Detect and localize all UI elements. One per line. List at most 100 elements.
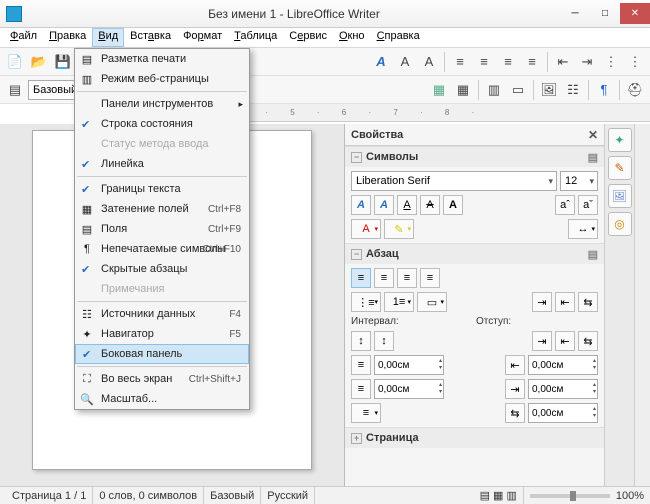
strike-button[interactable]: A bbox=[420, 195, 440, 215]
a3-icon[interactable]: A bbox=[418, 51, 440, 73]
new-icon[interactable]: 📄 bbox=[4, 51, 26, 73]
close-button[interactable]: ✕ bbox=[620, 3, 650, 24]
indent-dec-button[interactable]: ⇤ bbox=[555, 292, 575, 312]
bold-button[interactable]: A bbox=[351, 195, 371, 215]
menu-edit[interactable]: Правка bbox=[43, 28, 92, 47]
align-right-icon[interactable]: ≡ bbox=[497, 51, 519, 73]
highlight-icon[interactable]: A bbox=[394, 51, 416, 73]
ind-dec-icon[interactable]: ⇤ bbox=[555, 331, 575, 351]
tb-ds-icon[interactable]: ☷ bbox=[562, 79, 584, 101]
dm-navigator[interactable]: ✦НавигаторF5 bbox=[75, 324, 249, 344]
tab-properties-icon[interactable]: ✦ bbox=[608, 128, 632, 152]
status-viewmode-icon[interactable]: ▤ ▦ ▥ bbox=[474, 487, 524, 504]
dm-field-shading[interactable]: ▦Затенение полейCtrl+F8 bbox=[75, 199, 249, 219]
italic-button[interactable]: A bbox=[374, 195, 394, 215]
font-name-combo[interactable]: Liberation Serif bbox=[351, 171, 557, 191]
ind-first-icon[interactable]: ⇆ bbox=[578, 331, 598, 351]
font-color-icon[interactable]: A bbox=[370, 51, 392, 73]
indent-inc-icon[interactable]: ⇥ bbox=[576, 51, 598, 73]
above-space-spin[interactable]: 0,00см bbox=[374, 355, 444, 375]
section-symbols-head[interactable]: −Символы ▤ bbox=[345, 147, 604, 167]
tab-navigator-icon[interactable]: ◎ bbox=[608, 212, 632, 236]
indent-inc-button[interactable]: ⇥ bbox=[532, 292, 552, 312]
font-color-drop[interactable]: A bbox=[351, 219, 381, 239]
tab-gallery-icon[interactable]: 🖼 bbox=[608, 184, 632, 208]
ind-inc-icon[interactable]: ⇥ bbox=[532, 331, 552, 351]
below-space-icon[interactable]: ≡ bbox=[351, 379, 371, 399]
right-indent-spin[interactable]: 0,00см bbox=[528, 379, 598, 399]
underline-button[interactable]: A bbox=[397, 195, 417, 215]
status-style[interactable]: Базовый bbox=[204, 487, 261, 504]
minimize-button[interactable]: ─ bbox=[560, 3, 590, 24]
dm-web-layout[interactable]: ▥Режим веб-страницы bbox=[75, 69, 249, 89]
dm-toolbars[interactable]: Панели инструментов▸ bbox=[75, 94, 249, 114]
p-align-center[interactable]: ≡ bbox=[374, 268, 394, 288]
dm-statusbar[interactable]: ✔Строка состояния bbox=[75, 114, 249, 134]
super-button[interactable]: aˆ bbox=[555, 195, 575, 215]
font-size-combo[interactable]: 12 bbox=[560, 171, 598, 191]
align-justify-icon[interactable]: ≡ bbox=[521, 51, 543, 73]
menu-table[interactable]: Таблица bbox=[228, 28, 283, 47]
shadow-button[interactable]: A bbox=[443, 195, 463, 215]
tab-styles-icon[interactable]: ✎ bbox=[608, 156, 632, 180]
tb-doc-icon[interactable]: ▥ bbox=[483, 79, 505, 101]
tb-help-icon[interactable]: ⛑ bbox=[624, 79, 646, 101]
menu-view[interactable]: Вид bbox=[92, 28, 124, 47]
above-space-icon[interactable]: ≡ bbox=[351, 355, 371, 375]
dm-hidden-para[interactable]: ✔Скрытые абзацы bbox=[75, 259, 249, 279]
open-icon[interactable]: 📂 bbox=[28, 51, 50, 73]
maximize-button[interactable]: □ bbox=[590, 3, 620, 24]
left-indent-icon[interactable]: ⇤ bbox=[505, 355, 525, 375]
align-left-icon[interactable]: ≡ bbox=[449, 51, 471, 73]
p-align-right[interactable]: ≡ bbox=[397, 268, 417, 288]
spacing-drop[interactable]: ↔ bbox=[568, 219, 598, 239]
menu-help[interactable]: Справка bbox=[371, 28, 426, 47]
right-indent-icon[interactable]: ⇥ bbox=[505, 379, 525, 399]
highlight-drop[interactable]: ✎ bbox=[384, 219, 414, 239]
menu-format[interactable]: Формат bbox=[177, 28, 228, 47]
styles-icon[interactable]: ▤ bbox=[4, 79, 26, 101]
dm-nonprinting[interactable]: ¶Непечатаемые символыCtrl+F10 bbox=[75, 239, 249, 259]
status-page[interactable]: Страница 1 / 1 bbox=[6, 487, 93, 504]
align-center-icon[interactable]: ≡ bbox=[473, 51, 495, 73]
number-icon[interactable]: ⋮ bbox=[624, 51, 646, 73]
left-indent-spin[interactable]: 0,00см bbox=[528, 355, 598, 375]
menu-tools[interactable]: Сервис bbox=[283, 28, 333, 47]
zoom-slider[interactable] bbox=[530, 494, 610, 498]
numbers-drop[interactable]: 1≡ bbox=[384, 292, 414, 312]
sp-dec-icon[interactable]: ↕ bbox=[374, 331, 394, 351]
menu-file[interactable]: Файл bbox=[4, 28, 43, 47]
vertical-scrollbar[interactable] bbox=[634, 124, 650, 486]
bg-color-drop[interactable]: ▭ bbox=[417, 292, 447, 312]
first-indent-spin[interactable]: 0,00см bbox=[528, 403, 598, 423]
tb-para-icon[interactable]: ¶ bbox=[593, 79, 615, 101]
p-align-left[interactable]: ≡ bbox=[351, 268, 371, 288]
dm-fullscreen[interactable]: ⛶Во весь экранCtrl+Shift+J bbox=[75, 369, 249, 389]
dm-zoom[interactable]: 🔍Масштаб... bbox=[75, 389, 249, 409]
dm-data-sources[interactable]: ☷Источники данныхF4 bbox=[75, 304, 249, 324]
line-spacing-drop[interactable]: ≡ bbox=[351, 403, 381, 423]
indent-dec-icon[interactable]: ⇤ bbox=[552, 51, 574, 73]
bullets-drop[interactable]: ⋮≡ bbox=[351, 292, 381, 312]
dm-fields[interactable]: ▤ПоляCtrl+F9 bbox=[75, 219, 249, 239]
tb-frame-icon[interactable]: ▭ bbox=[507, 79, 529, 101]
tb-table-icon[interactable]: ▦ bbox=[428, 79, 450, 101]
dm-text-bounds[interactable]: ✔Границы текста bbox=[75, 179, 249, 199]
sub-button[interactable]: aˇ bbox=[578, 195, 598, 215]
hanging-button[interactable]: ⇆ bbox=[578, 292, 598, 312]
dm-ruler[interactable]: ✔Линейка bbox=[75, 154, 249, 174]
section-page-head[interactable]: +Страница bbox=[345, 428, 604, 448]
section-paragraph-head[interactable]: −Абзац ▤ bbox=[345, 244, 604, 264]
bullet-icon[interactable]: ⋮ bbox=[600, 51, 622, 73]
tb-gallery-icon[interactable]: 🖼 bbox=[538, 79, 560, 101]
dm-print-layout[interactable]: ▤Разметка печати bbox=[75, 49, 249, 69]
menu-window[interactable]: Окно bbox=[333, 28, 371, 47]
status-zoom[interactable]: 100% bbox=[616, 490, 644, 502]
dm-sidebar[interactable]: ✔Боковая панель bbox=[75, 344, 249, 364]
below-space-spin[interactable]: 0,00см bbox=[374, 379, 444, 399]
sidebar-close-icon[interactable]: ✕ bbox=[588, 128, 598, 142]
first-indent-icon[interactable]: ⇆ bbox=[505, 403, 525, 423]
p-align-justify[interactable]: ≡ bbox=[420, 268, 440, 288]
sp-inc-icon[interactable]: ↕ bbox=[351, 331, 371, 351]
save-icon[interactable]: 💾 bbox=[52, 51, 74, 73]
